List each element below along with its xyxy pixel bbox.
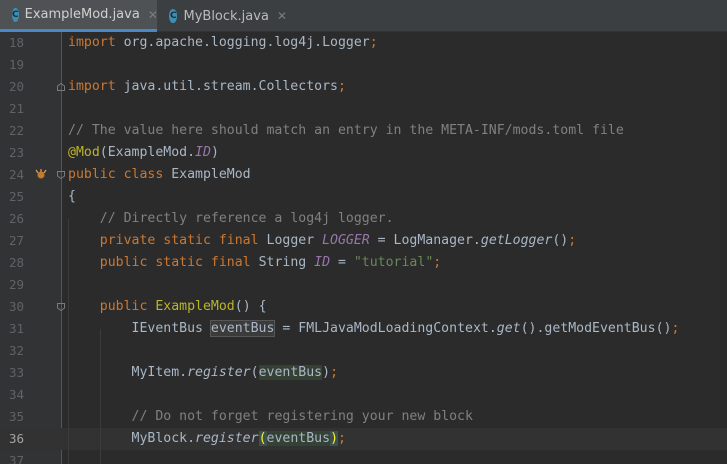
- code-line[interactable]: 19: [0, 54, 727, 76]
- ide-window: C ExampleMod.java ✕ C MyBlock.java ✕ 18 i…: [0, 0, 727, 464]
- code-text: // The value here should match an entry …: [68, 123, 624, 138]
- code-text: public class ExampleMod: [68, 167, 251, 182]
- line-number: 20: [8, 79, 24, 94]
- code-line[interactable]: 29: [0, 274, 727, 296]
- indent-guide: [100, 329, 101, 464]
- code-line[interactable]: 20 import java.util.stream.Collectors;: [0, 76, 727, 98]
- line-number: 26: [8, 211, 24, 226]
- editor-tab-bar: C ExampleMod.java ✕ C MyBlock.java ✕: [0, 0, 727, 32]
- code-line[interactable]: 23 @Mod(ExampleMod.ID): [0, 142, 727, 164]
- code-text: {: [68, 189, 76, 204]
- tab-myblock[interactable]: C MyBlock.java ✕: [157, 0, 287, 32]
- code-line[interactable]: 18 import org.apache.logging.log4j.Logger…: [0, 32, 727, 54]
- code-text: IEventBus eventBus = FMLJavaModLoadingCo…: [68, 320, 680, 337]
- close-icon[interactable]: ✕: [277, 9, 287, 23]
- code-line[interactable]: 28 public static final String ID = "tuto…: [0, 252, 727, 274]
- line-number: 37: [8, 453, 24, 464]
- indent-guide: [68, 219, 69, 464]
- code-text: MyItem.register(eventBus);: [68, 365, 339, 380]
- line-number: 27: [8, 233, 24, 248]
- line-number: 18: [8, 35, 24, 50]
- line-number: 24: [8, 167, 24, 182]
- code-text: @Mod(ExampleMod.ID): [68, 145, 219, 160]
- code-line[interactable]: 25 {: [0, 186, 727, 208]
- line-number: 28: [8, 255, 24, 270]
- code-text: // Do not forget registering your new bl…: [131, 409, 473, 424]
- line-number: 33: [8, 365, 24, 380]
- code-line[interactable]: 36 MyBlock.register(eventBus);: [0, 428, 727, 450]
- code-text: private static final Logger LOGGER = Log…: [99, 233, 577, 248]
- code-text: import java.util.stream.Collectors;: [68, 79, 346, 94]
- line-number: 31: [8, 321, 24, 336]
- code-text: MyBlock.register(eventBus);: [68, 431, 346, 446]
- code-line[interactable]: 32: [0, 340, 727, 362]
- code-line[interactable]: 34: [0, 384, 727, 406]
- java-class-icon: C: [169, 9, 178, 23]
- line-number: 22: [8, 123, 24, 138]
- code-editor[interactable]: 18 import org.apache.logging.log4j.Logger…: [0, 32, 727, 464]
- code-line[interactable]: 30 public ExampleMod() {: [0, 296, 727, 318]
- fold-marker-icon[interactable]: [57, 171, 65, 179]
- line-number: 21: [8, 101, 24, 116]
- line-number: 30: [8, 299, 24, 314]
- code-line[interactable]: 37: [0, 450, 727, 464]
- code-text: public static final String ID = "tutoria…: [99, 255, 442, 270]
- code-line[interactable]: 24 public class ExampleMod: [0, 164, 727, 186]
- line-number: 19: [8, 57, 24, 72]
- line-number: 32: [8, 343, 24, 358]
- code-line[interactable]: 26 // Directly reference a log4j logger.: [0, 208, 727, 230]
- code-line[interactable]: 33 MyItem.register(eventBus);: [0, 362, 727, 384]
- line-number: 29: [8, 277, 24, 292]
- code-line[interactable]: 31 IEventBus eventBus = FMLJavaModLoadin…: [0, 318, 727, 340]
- code-line[interactable]: 21: [0, 98, 727, 120]
- code-line[interactable]: 22 // The value here should match an entr…: [0, 120, 727, 142]
- line-number: 23: [8, 145, 24, 160]
- code-line[interactable]: 27 private static final Logger LOGGER = …: [0, 230, 727, 252]
- tab-examplemod[interactable]: C ExampleMod.java ✕: [0, 0, 158, 32]
- code-text: import org.apache.logging.log4j.Logger;: [68, 35, 378, 50]
- tab-label: ExampleMod.java: [24, 7, 140, 22]
- mod-bean-icon[interactable]: [34, 167, 48, 181]
- fold-marker-icon[interactable]: [57, 303, 65, 311]
- java-class-icon: C: [12, 7, 19, 22]
- code-text: // Directly reference a log4j logger.: [99, 211, 394, 226]
- line-number: 25: [8, 189, 24, 204]
- code-text: public ExampleMod() {: [99, 299, 267, 314]
- tab-label: MyBlock.java: [183, 8, 269, 24]
- line-number: 34: [8, 387, 24, 402]
- code-line[interactable]: 35 // Do not forget registering your new…: [0, 406, 727, 428]
- line-number: 36: [8, 431, 24, 446]
- fold-marker-icon[interactable]: [57, 83, 65, 91]
- line-number: 35: [8, 409, 24, 424]
